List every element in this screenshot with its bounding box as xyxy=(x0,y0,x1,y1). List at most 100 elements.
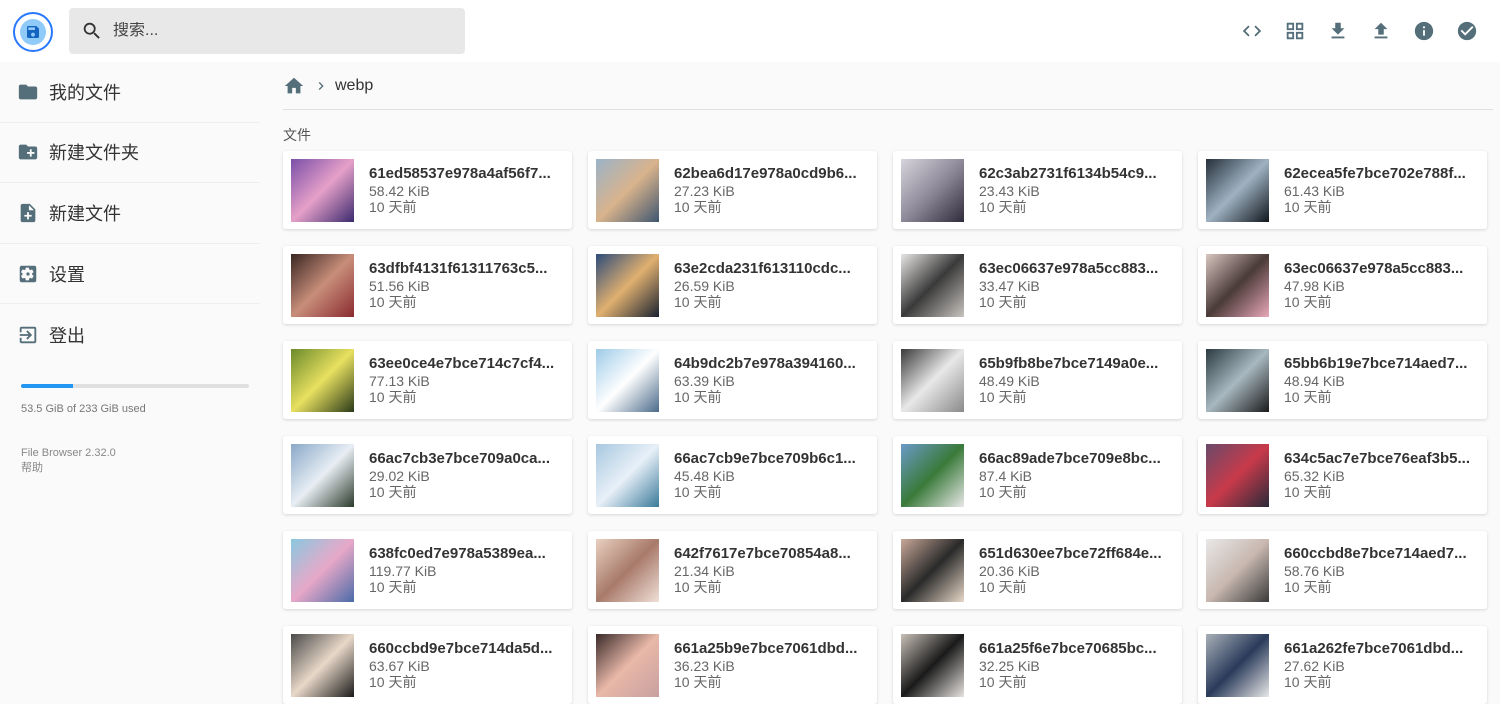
usage-bar xyxy=(21,384,249,388)
breadcrumb-current[interactable]: webp xyxy=(335,77,373,95)
download-icon xyxy=(1331,22,1344,39)
file-date: 10 天前 xyxy=(979,294,1027,310)
toggle-code-button[interactable] xyxy=(1230,14,1273,48)
info-button[interactable] xyxy=(1402,14,1445,48)
file-name: 660ccbd8e7bce714aed7... xyxy=(1284,545,1467,562)
download-button[interactable] xyxy=(1316,14,1359,48)
file-thumbnail xyxy=(1206,158,1269,222)
grid-view-button[interactable] xyxy=(1273,14,1316,48)
file-date: 10 天前 xyxy=(1284,199,1332,215)
file-item[interactable]: 651d630ee7bce72ff684e... 20.36 KiB 10 天前 xyxy=(893,531,1182,609)
select-button[interactable] xyxy=(1445,14,1488,48)
file-thumbnail xyxy=(901,253,964,317)
file-size: 51.56 KiB xyxy=(369,278,430,294)
file-size: 58.76 KiB xyxy=(1284,563,1345,579)
file-thumbnail xyxy=(596,253,659,317)
file-item[interactable]: 634c5ac7e7bce76eaf3b5... 65.32 KiB 10 天前 xyxy=(1198,436,1487,514)
file-name: 62c3ab2731f6134b54c9... xyxy=(979,165,1157,182)
file-name: 660ccbd9e7bce714da5d... xyxy=(369,640,553,657)
search-box[interactable] xyxy=(69,8,465,54)
file-item[interactable]: 63ec06637e978a5cc883... 47.98 KiB 10 天前 xyxy=(1198,246,1487,324)
sidebar-item-label: 设置 xyxy=(49,264,85,285)
file-name: 651d630ee7bce72ff684e... xyxy=(979,545,1162,562)
file-date: 10 天前 xyxy=(369,579,417,595)
file-item[interactable]: 61ed58537e978a4af56f7... 58.42 KiB 10 天前 xyxy=(283,151,572,229)
upload-icon xyxy=(1374,22,1387,39)
file-thumbnail xyxy=(291,253,354,317)
file-name: 65bb6b19e7bce714aed7... xyxy=(1284,355,1468,372)
file-thumbnail xyxy=(291,443,354,507)
file-name: 63ee0ce4e7bce714c7cf4... xyxy=(369,355,555,372)
file-item[interactable]: 64b9dc2b7e978a394160... 63.39 KiB 10 天前 xyxy=(588,341,877,419)
file-thumbnail xyxy=(291,348,354,412)
file-name: 638fc0ed7e978a5389ea... xyxy=(369,545,546,562)
file-size: 33.47 KiB xyxy=(979,278,1040,294)
sidebar-item-new-folder[interactable]: 新建文件夹 xyxy=(0,123,260,184)
file-size: 27.23 KiB xyxy=(674,183,735,199)
version-link[interactable]: File Browser 2.32.0 xyxy=(21,446,116,461)
file-item[interactable]: 62c3ab2731f6134b54c9... 23.43 KiB 10 天前 xyxy=(893,151,1182,229)
file-item[interactable]: 66ac7cb9e7bce709b6c1... 45.48 KiB 10 天前 xyxy=(588,436,877,514)
sidebar-item-settings[interactable]: 设置 xyxy=(0,244,260,305)
new-folder-icon xyxy=(18,145,38,160)
grid-view-icon xyxy=(1286,22,1303,40)
file-size: 21.34 KiB xyxy=(674,563,735,579)
usage-text: 53.5 GiB of 233 GiB used xyxy=(21,403,146,415)
upload-button[interactable] xyxy=(1359,14,1402,48)
file-item[interactable]: 642f7617e7bce70854a8... 21.34 KiB 10 天前 xyxy=(588,531,877,609)
file-item[interactable]: 66ac7cb3e7bce709a0ca... 29.02 KiB 10 天前 xyxy=(283,436,572,514)
file-item[interactable]: 660ccbd8e7bce714aed7... 58.76 KiB 10 天前 xyxy=(1198,531,1487,609)
file-item[interactable]: 63ee0ce4e7bce714c7cf4... 77.13 KiB 10 天前 xyxy=(283,341,572,419)
sidebar-item-logout[interactable]: 登出 xyxy=(0,304,260,365)
file-item[interactable]: 63e2cda231f613110cdc... 26.59 KiB 10 天前 xyxy=(588,246,877,324)
storage-usage: 53.5 GiB of 233 GiB used xyxy=(21,384,249,415)
file-size: 48.94 KiB xyxy=(1284,373,1345,389)
file-date: 10 天前 xyxy=(1284,484,1332,500)
file-item[interactable]: 62ecea5fe7bce702e788f... 61.43 KiB 10 天前 xyxy=(1198,151,1487,229)
file-item[interactable]: 63dfbf4131f61311763c5... 51.56 KiB 10 天前 xyxy=(283,246,572,324)
settings-icon xyxy=(19,265,37,282)
help-link[interactable]: 帮助 xyxy=(21,461,116,476)
file-size: 27.62 KiB xyxy=(1284,658,1345,674)
file-thumbnail xyxy=(596,538,659,602)
section-title: 文件 xyxy=(283,127,311,143)
sidebar-item-new-file[interactable]: 新建文件 xyxy=(0,183,260,244)
file-thumbnail xyxy=(901,443,964,507)
new-file-icon xyxy=(20,203,36,223)
file-browser-logo[interactable] xyxy=(13,12,53,52)
file-item[interactable]: 66ac89ade7bce709e8bc... 87.4 KiB 10 天前 xyxy=(893,436,1182,514)
file-item[interactable]: 62bea6d17e978a0cd9b6... 27.23 KiB 10 天前 xyxy=(588,151,877,229)
file-name: 634c5ac7e7bce76eaf3b5... xyxy=(1284,450,1470,467)
check-circle-icon xyxy=(1457,21,1476,41)
file-size: 87.4 KiB xyxy=(979,468,1032,484)
file-thumbnail xyxy=(596,158,659,222)
file-item[interactable]: 660ccbd9e7bce714da5d... 63.67 KiB 10 天前 xyxy=(283,626,572,704)
file-date: 10 天前 xyxy=(1284,579,1332,595)
file-name: 661a25f6e7bce70685bc... xyxy=(979,640,1157,657)
file-date: 10 天前 xyxy=(1284,674,1332,690)
file-item[interactable]: 661a25b9e7bce7061dbd... 36.23 KiB 10 天前 xyxy=(588,626,877,704)
sidebar-item-my-files[interactable]: 我的文件 xyxy=(0,62,260,123)
file-name: 62ecea5fe7bce702e788f... xyxy=(1284,165,1466,182)
file-name: 661a25b9e7bce7061dbd... xyxy=(674,640,858,657)
file-item[interactable]: 661a262fe7bce7061dbd... 27.62 KiB 10 天前 xyxy=(1198,626,1487,704)
chevron-right-icon xyxy=(318,81,324,90)
file-thumbnail xyxy=(596,633,659,697)
search-input[interactable] xyxy=(113,22,443,40)
info-icon xyxy=(1414,21,1433,41)
file-item[interactable]: 65b9fb8be7bce7149a0e... 48.49 KiB 10 天前 xyxy=(893,341,1182,419)
file-date: 10 天前 xyxy=(979,199,1027,215)
sidebar-item-label: 新建文件 xyxy=(49,203,121,224)
file-thumbnail xyxy=(596,348,659,412)
file-item[interactable]: 638fc0ed7e978a5389ea... 119.77 KiB 10 天前 xyxy=(283,531,572,609)
file-item[interactable]: 661a25f6e7bce70685bc... 32.25 KiB 10 天前 xyxy=(893,626,1182,704)
file-item[interactable]: 65bb6b19e7bce714aed7... 48.94 KiB 10 天前 xyxy=(1198,341,1487,419)
file-name: 63dfbf4131f61311763c5... xyxy=(369,260,548,277)
file-size: 23.43 KiB xyxy=(979,183,1040,199)
home-icon[interactable] xyxy=(283,75,305,97)
file-date: 10 天前 xyxy=(674,484,722,500)
sidebar: 我的文件 新建文件夹 新建文件 设置 登出 53.5 GiB of 233 Gi… xyxy=(0,62,260,693)
file-thumbnail xyxy=(1206,253,1269,317)
file-date: 10 天前 xyxy=(674,674,722,690)
file-item[interactable]: 63ec06637e978a5cc883... 33.47 KiB 10 天前 xyxy=(893,246,1182,324)
